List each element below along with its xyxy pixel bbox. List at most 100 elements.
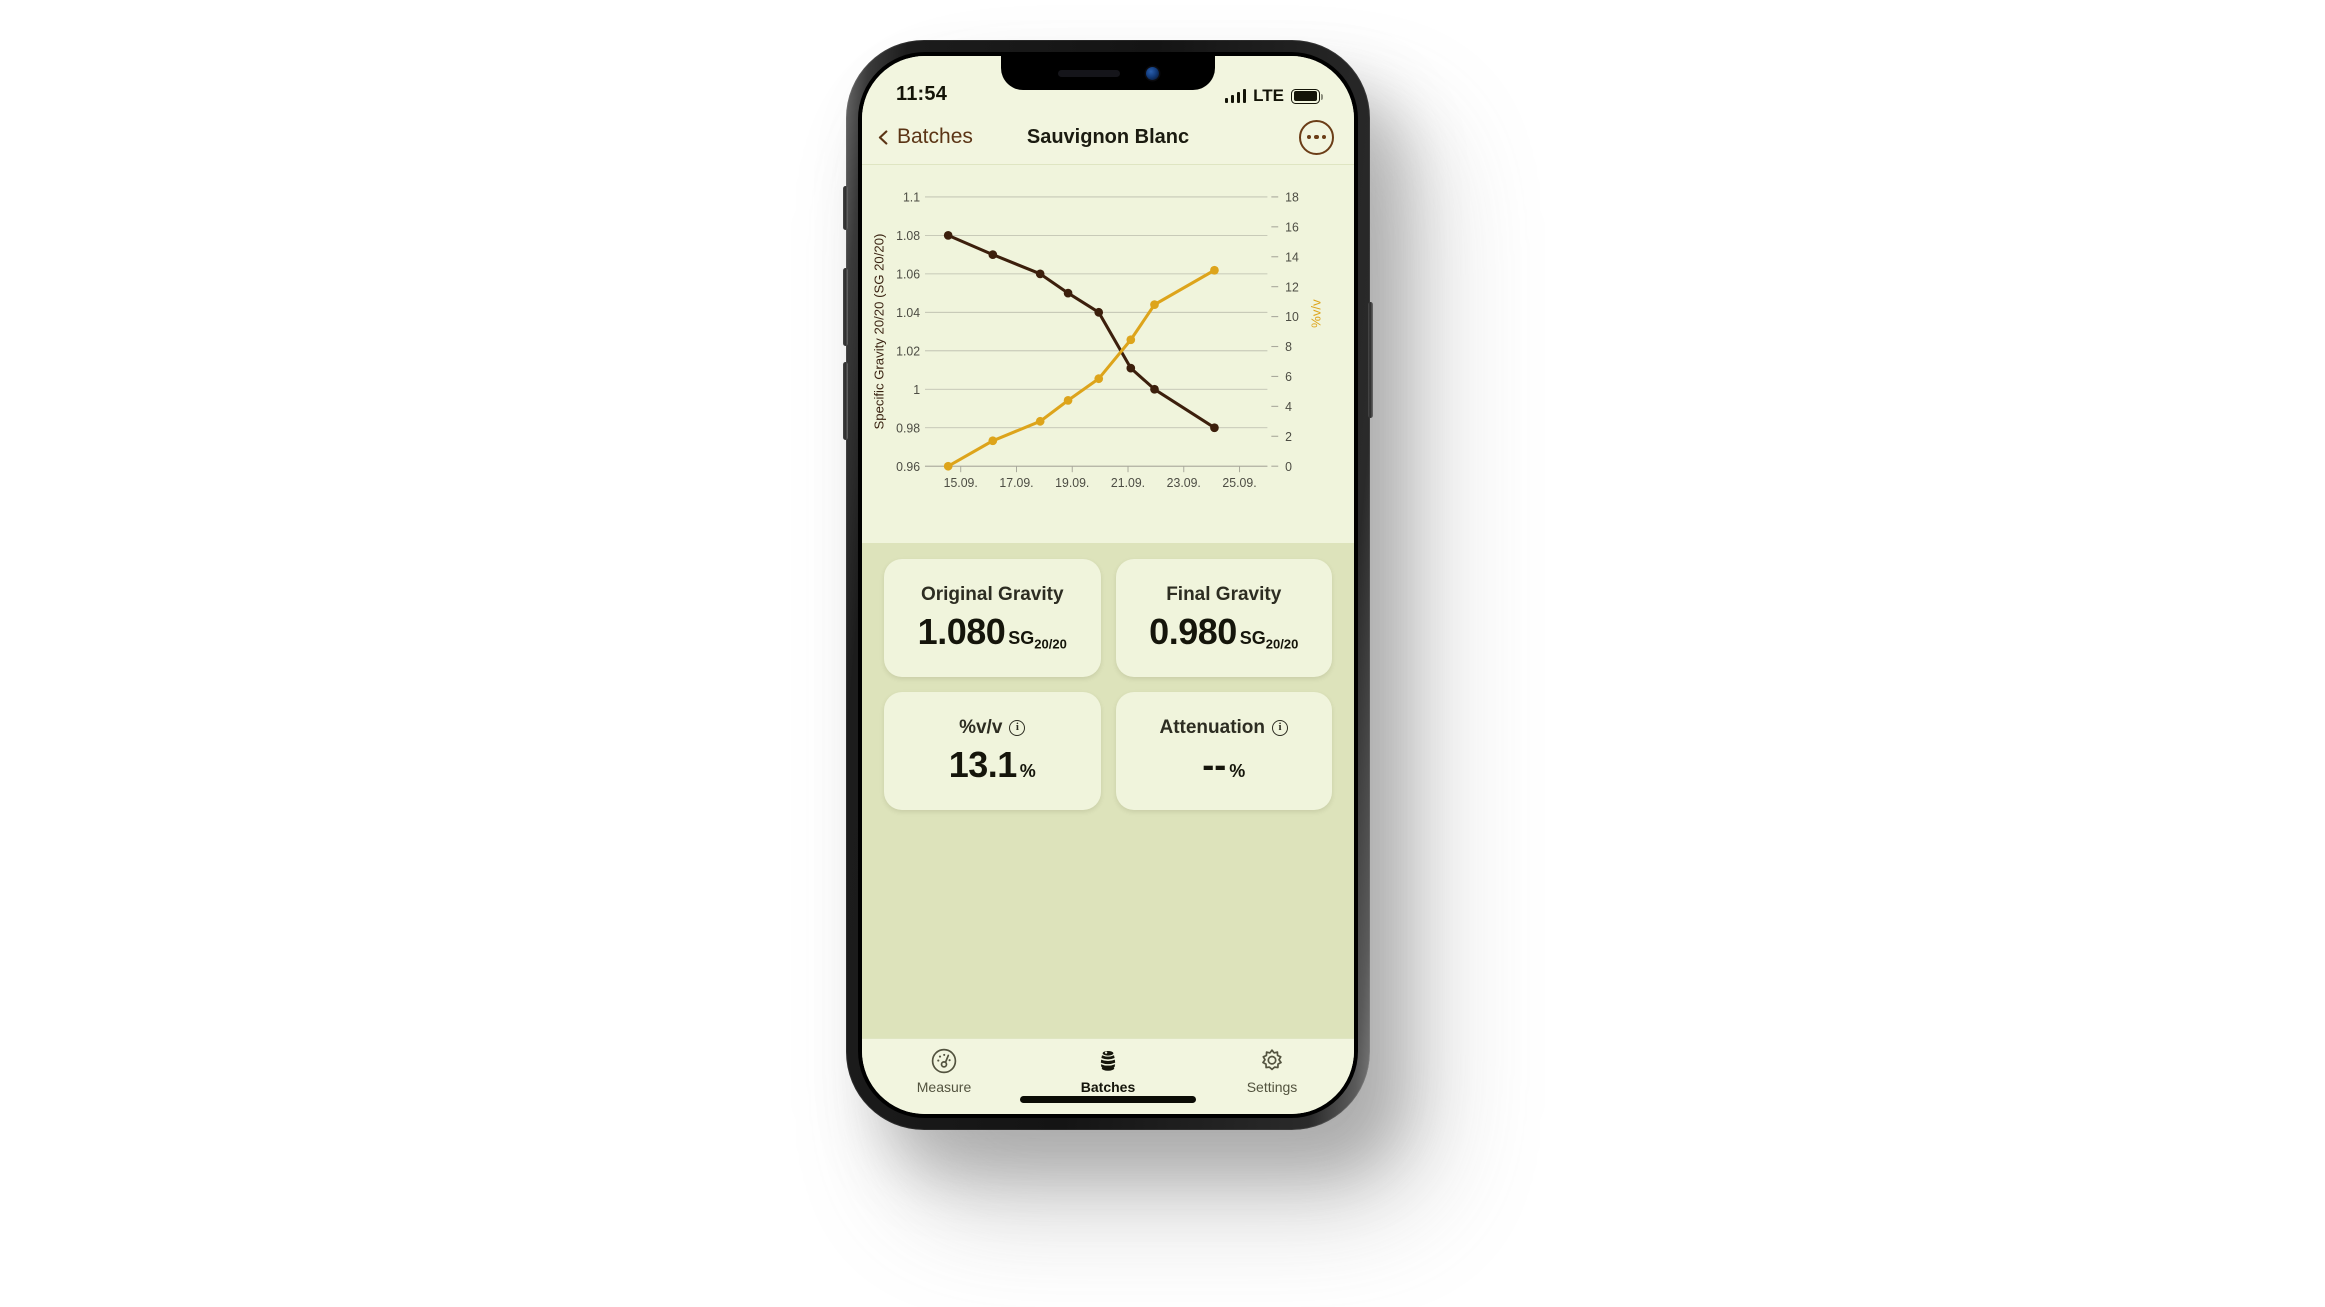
info-icon[interactable]: i [1272, 719, 1289, 736]
tab-label: Measure [916, 1079, 972, 1095]
stat-unit-subscript: 20/20 [1265, 636, 1299, 652]
chevron-left-icon [878, 129, 888, 145]
stat-card-label: Final Gravity [1166, 584, 1281, 606]
mute-switch[interactable] [843, 186, 848, 230]
phone-bezel: 11:54 LTE Batches Sauvignon Blanc 0.96 0… [858, 52, 1358, 1118]
chart-y2-tick-label: 10 [1285, 310, 1299, 324]
tab-batches[interactable]: Batches [1026, 1047, 1190, 1095]
chart-data-point[interactable] [1035, 269, 1045, 279]
chart-data-point[interactable] [1150, 384, 1159, 394]
back-button[interactable]: Batches [876, 125, 973, 149]
stat-card-value: 1.080 SG20/20 [918, 611, 1067, 653]
chart-data-point[interactable] [1063, 395, 1073, 405]
battery-full-icon [1291, 88, 1324, 104]
chart-data-point[interactable] [943, 461, 953, 471]
stat-card-original-gravity[interactable]: Original Gravity 1.080 SG20/20 [884, 559, 1101, 677]
volume-up-button[interactable] [843, 268, 848, 346]
fermentation-chart-panel[interactable]: 0.96 0.98 1 1.02 1.04 1.06 1.08 1.1 0 2 4 6 8 10 12 14… [862, 164, 1354, 543]
chart-y-axis-title: Specific Gravity 20/20 (SG 20/20) [872, 234, 887, 430]
chart-x-tick-label: 25.09. [1222, 476, 1256, 490]
status-indicators: LTE [1224, 86, 1324, 106]
chart-data-point[interactable] [943, 230, 953, 240]
ellipsis-dot [1306, 134, 1312, 140]
stat-card-value: 13.1 % [949, 744, 1036, 786]
chart-data-point[interactable] [1210, 265, 1219, 275]
chart-data-point[interactable] [1094, 374, 1104, 384]
chart-y-tick-label: 1.02 [896, 344, 920, 358]
barrel-icon [1100, 1051, 1116, 1071]
chart-y2-tick-label: 16 [1285, 220, 1299, 234]
chart-data-point[interactable] [1126, 335, 1136, 345]
chart-data-point[interactable] [988, 250, 998, 260]
earpiece-speaker-icon [1057, 69, 1120, 77]
chart-data-point[interactable] [988, 436, 998, 446]
chart-series-line [946, 233, 1216, 430]
chart-data-point[interactable] [1150, 300, 1159, 310]
chart-y-tick-label: 0.96 [896, 460, 920, 474]
stat-row: %v/v i 13.1 % Attenuation i -- % [884, 692, 1332, 810]
status-time: 11:54 [896, 83, 948, 105]
tab-settings[interactable]: Settings [1190, 1047, 1354, 1095]
chart-data-point[interactable] [1063, 288, 1073, 298]
stat-unit-text: SG [1239, 627, 1266, 648]
fermentation-line-chart[interactable]: 0.96 0.98 1 1.02 1.04 1.06 1.08 1.1 0 2 4 6 8 10 12 14… [862, 165, 1354, 543]
stat-card-attenuation[interactable]: Attenuation i -- % [1115, 692, 1332, 810]
stat-value-unit: SG20/20 [1240, 628, 1299, 652]
chart-y2-tick-label: 2 [1285, 430, 1292, 444]
ellipsis-dot [1321, 134, 1327, 140]
chart-x-axis-ticks: 15.09. 17.09. 19.09. 21.09. 23.09. 25.09. [944, 466, 1257, 490]
tab-label: Batches [1080, 1079, 1136, 1095]
stat-card-label: %v/v i [959, 716, 1026, 739]
ellipsis-dot [1314, 134, 1319, 140]
stat-value-number: 13.1 [948, 743, 1018, 785]
info-icon[interactable]: i [1009, 719, 1026, 736]
volume-down-button[interactable] [843, 362, 848, 440]
stat-unit-text: % [1229, 760, 1246, 781]
chart-data-point[interactable] [1126, 363, 1136, 373]
chart-y2-tick-label: 4 [1285, 400, 1292, 414]
chart-axis-labels: Specific Gravity 20/20 (SG 20/20) %v/v [872, 234, 1324, 430]
chart-y-tick-label: 1.06 [896, 267, 920, 281]
stats-panel: Original Gravity 1.080 SG20/20 Final Gra… [862, 543, 1354, 1038]
stat-unit-text: % [1019, 760, 1036, 781]
stat-value-number: -- [1202, 743, 1227, 785]
stat-value-number: 0.980 [1149, 610, 1237, 652]
home-indicator[interactable] [1020, 1096, 1196, 1103]
chart-y-tick-label: 1.08 [896, 229, 920, 243]
gear-icon [1262, 1049, 1282, 1071]
chart-data-point[interactable] [1035, 416, 1045, 426]
stat-value-unit: % [1020, 761, 1036, 782]
stat-row: Original Gravity 1.080 SG20/20 Final Gra… [884, 559, 1332, 677]
power-button[interactable] [1368, 302, 1373, 418]
chart-y2-tick-label: 14 [1285, 250, 1299, 264]
chart-y-tick-label: 1.04 [896, 306, 920, 320]
chart-data-point[interactable] [1210, 423, 1219, 433]
stat-label-text: Original Gravity [920, 583, 1064, 605]
stat-unit-subscript: 20/20 [1034, 636, 1067, 652]
chart-y-tick-label: 1.1 [903, 190, 920, 204]
phone-device-frame: 11:54 LTE Batches Sauvignon Blanc 0.96 0… [843, 40, 1373, 1130]
stat-card-value: -- % [1202, 744, 1245, 786]
chart-x-tick-label: 19.09. [1055, 476, 1089, 490]
chart-x-tick-label: 23.09. [1167, 476, 1201, 490]
stat-card-label: Attenuation i [1159, 716, 1289, 739]
status-carrier-label: LTE [1253, 86, 1284, 105]
tab-label: Settings [1246, 1079, 1298, 1095]
stat-value-unit: % [1229, 761, 1245, 782]
navigation-bar: Batches Sauvignon Blanc [862, 110, 1354, 164]
chart-y-tick-label: 1 [913, 383, 920, 397]
chart-y-tick-label: 0.98 [896, 421, 920, 435]
tab-measure[interactable]: Measure [862, 1047, 1026, 1095]
chart-y2-tick-label: 0 [1285, 460, 1292, 474]
chart-x-tick-label: 17.09. [999, 476, 1033, 490]
stat-label-text: Attenuation [1159, 716, 1266, 738]
signal-bars-icon [1224, 89, 1247, 103]
stat-card-final-gravity[interactable]: Final Gravity 0.980 SG20/20 [1115, 559, 1332, 677]
more-options-button[interactable] [1299, 119, 1334, 155]
chart-y2-tick-label: 8 [1285, 340, 1292, 354]
chart-y2-axis-ticks: 0 2 4 6 8 10 12 14 16 18 [1271, 190, 1299, 474]
phone-screen: 11:54 LTE Batches Sauvignon Blanc 0.96 0… [862, 56, 1354, 1114]
stat-label-text: %v/v [959, 716, 1003, 738]
stat-card-abv[interactable]: %v/v i 13.1 % [884, 692, 1101, 810]
chart-data-point[interactable] [1094, 307, 1104, 317]
